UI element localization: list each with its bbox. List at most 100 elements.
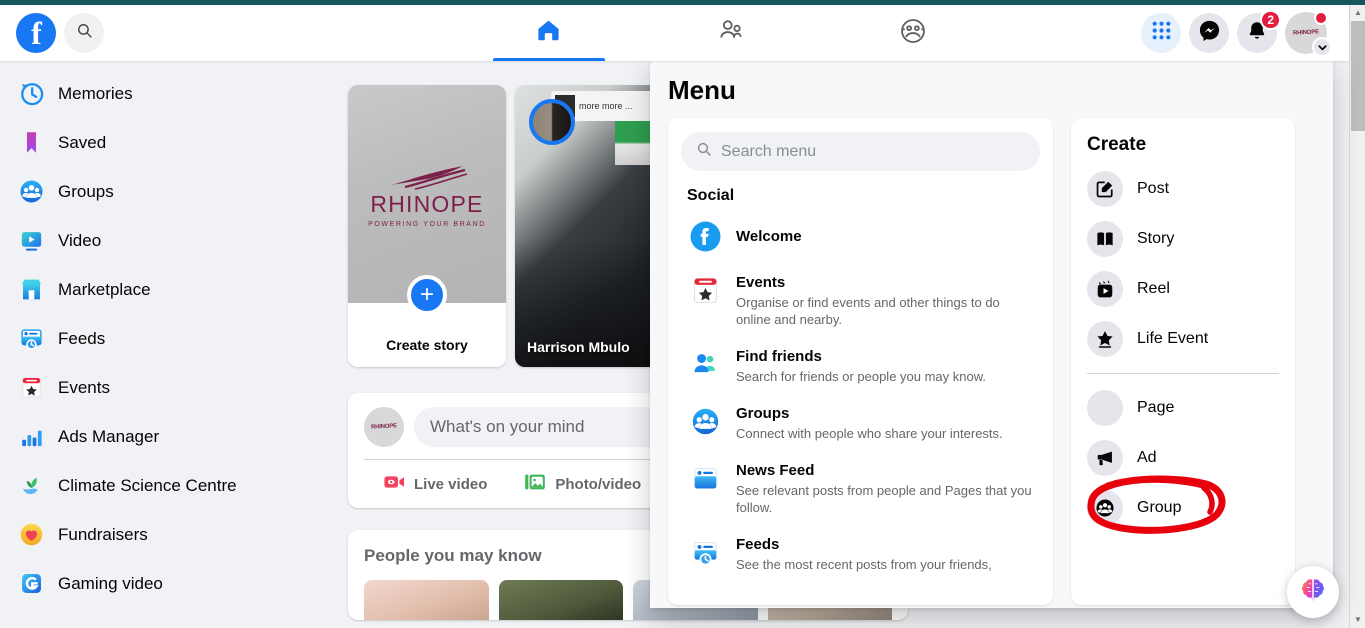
scrollbar-thumb[interactable] [1351, 21, 1365, 131]
sidebar-item-gaming-video[interactable]: Gaming video [8, 559, 337, 608]
notifications-badge: 2 [1260, 10, 1281, 30]
sidebar-item-label: Fundraisers [58, 524, 148, 544]
create-item-post[interactable]: Post [1083, 164, 1283, 214]
create-panel-title: Create [1087, 134, 1147, 155]
menu-item-label: Find friends [736, 348, 822, 365]
sidebar-item-climate-science-centre[interactable]: Climate Science Centre [8, 461, 337, 510]
sidebar-item-marketplace[interactable]: Marketplace [8, 265, 337, 314]
sidebar-item-feeds[interactable]: Feeds [8, 314, 337, 363]
rhinope-brand-logo: RHINOPE POWERING YOUR BRAND [368, 164, 486, 228]
sidebar-item-label: Marketplace [58, 279, 151, 299]
scroll-up-arrow-icon[interactable]: ▲ [1350, 5, 1365, 21]
menu-item-text: News Feed See relevant posts from people… [736, 460, 1034, 516]
rhinope-brand-tagline: POWERING YOUR BRAND [368, 221, 486, 228]
divider [1087, 373, 1279, 374]
navbar-left-group [0, 13, 320, 53]
tab-home[interactable] [492, 5, 605, 61]
menu-item-text: Events Organise or find events and other… [736, 272, 1034, 328]
menu-item-events[interactable]: Events Organise or find events and other… [681, 263, 1040, 337]
gaming-video-icon [16, 569, 46, 599]
search-button[interactable] [64, 13, 104, 53]
menu-panel-title: Menu [668, 75, 736, 105]
sidebar-item-groups[interactable]: Groups [8, 167, 337, 216]
feeds-icon [16, 324, 46, 354]
create-item-label: Reel [1137, 280, 1170, 297]
menu-panel-body: Search menu Social Welcome Events Organi… [650, 118, 1333, 605]
ai-assistant-button[interactable] [1287, 566, 1339, 618]
menu-item-description: See relevant posts from people and Pages… [736, 483, 1032, 515]
sidebar-item-saved[interactable]: Saved [8, 118, 337, 167]
photo-video-icon [523, 470, 547, 499]
sidebar-item-events[interactable]: Events [8, 363, 337, 412]
news-feed-icon [687, 460, 723, 496]
create-story-label: Create story [386, 337, 468, 353]
composer-avatar[interactable]: RHINOPE [364, 407, 404, 447]
marketplace-icon [16, 275, 46, 305]
scroll-down-arrow-icon[interactable]: ▼ [1350, 612, 1365, 628]
menu-search-input[interactable]: Search menu [681, 132, 1040, 171]
sidebar-item-label: Events [58, 377, 110, 397]
composer-action-label: Photo/video [555, 475, 642, 493]
ads-manager-bars-icon [16, 422, 46, 452]
messenger-icon [1198, 19, 1221, 47]
notifications-button[interactable]: 2 [1237, 10, 1281, 53]
avatar[interactable]: RHINOPE [1285, 11, 1332, 57]
climate-plant-icon [16, 471, 46, 501]
menu-item-feeds[interactable]: Feeds See the most recent posts from you… [681, 525, 1040, 582]
create-item-page[interactable]: Page [1083, 383, 1283, 433]
home-icon [535, 17, 562, 49]
sidebar-item-label: Video [58, 230, 102, 250]
menu-item-text: Find friends Search for friends or peopl… [736, 346, 986, 385]
avatar-status-dot [1314, 11, 1328, 25]
menu-list-column: Search menu Social Welcome Events Organi… [668, 118, 1053, 605]
ad-megaphone-icon [1087, 440, 1123, 476]
menu-item-news-feed[interactable]: News Feed See relevant posts from people… [681, 451, 1040, 525]
create-item-reel[interactable]: Reel [1083, 264, 1283, 314]
sidebar-item-fundraisers[interactable]: Fundraisers [8, 510, 337, 559]
create-item-label: Group [1137, 499, 1182, 516]
navbar-right-group: 2 RHINOPE [1141, 10, 1349, 57]
menu-item-description: Organise or find events and other things… [736, 295, 1000, 327]
menu-item-welcome[interactable]: Welcome [681, 209, 1040, 263]
facebook-top-navbar: 2 RHINOPE [0, 5, 1349, 61]
grid-menu-icon [1151, 20, 1172, 46]
feeds-icon [687, 534, 723, 570]
sidebar-item-label: Groups [58, 181, 114, 201]
story-book-icon [1087, 221, 1123, 257]
menu-item-description: Connect with people who share your inter… [736, 426, 1003, 441]
chevron-down-icon[interactable] [1312, 37, 1332, 57]
create-story-card[interactable]: RHINOPE POWERING YOUR BRAND + Create sto… [348, 85, 506, 367]
menu-item-label: News Feed [736, 462, 815, 479]
sidebar-item-label: Feeds [58, 328, 106, 348]
person-card[interactable] [498, 580, 623, 620]
composer-action-photo-video[interactable]: Photo/video [505, 465, 659, 503]
grid-menu-button[interactable] [1141, 13, 1181, 53]
post-pencil-icon [1087, 171, 1123, 207]
menu-item-groups[interactable]: Groups Connect with people who share you… [681, 394, 1040, 451]
browser-scrollbar[interactable]: ▲ ▼ [1349, 5, 1365, 628]
plus-icon[interactable]: + [407, 275, 447, 315]
search-icon [76, 22, 93, 44]
events-calendar-icon [687, 272, 723, 308]
navbar-tabs [320, 5, 1141, 61]
facebook-logo-icon[interactable] [16, 13, 56, 53]
menu-item-text: Groups Connect with people who share you… [736, 403, 1003, 442]
create-item-life-event[interactable]: Life Event [1083, 314, 1283, 364]
sidebar-item-label: Ads Manager [58, 426, 160, 446]
menu-item-description: Search for friends or people you may kno… [736, 369, 987, 384]
composer-action-live-video[interactable]: Live video [364, 465, 505, 503]
menu-section-title-social: Social [687, 187, 735, 204]
create-item-story[interactable]: Story [1083, 214, 1283, 264]
tab-gaming[interactable] [857, 5, 969, 61]
sidebar-item-ads-manager[interactable]: Ads Manager [8, 412, 337, 461]
person-card[interactable] [364, 580, 489, 620]
create-item-label: Page [1137, 399, 1175, 416]
story-avatar [529, 99, 575, 145]
messenger-button[interactable] [1189, 13, 1229, 53]
sidebar-item-memories[interactable]: Memories [8, 69, 337, 118]
tab-friends[interactable] [675, 5, 787, 61]
menu-item-find-friends[interactable]: Find friends Search for friends or peopl… [681, 337, 1040, 394]
sidebar-item-video[interactable]: Video [8, 216, 337, 265]
create-item-group[interactable]: Group [1083, 483, 1283, 533]
create-item-ad[interactable]: Ad [1083, 433, 1283, 483]
